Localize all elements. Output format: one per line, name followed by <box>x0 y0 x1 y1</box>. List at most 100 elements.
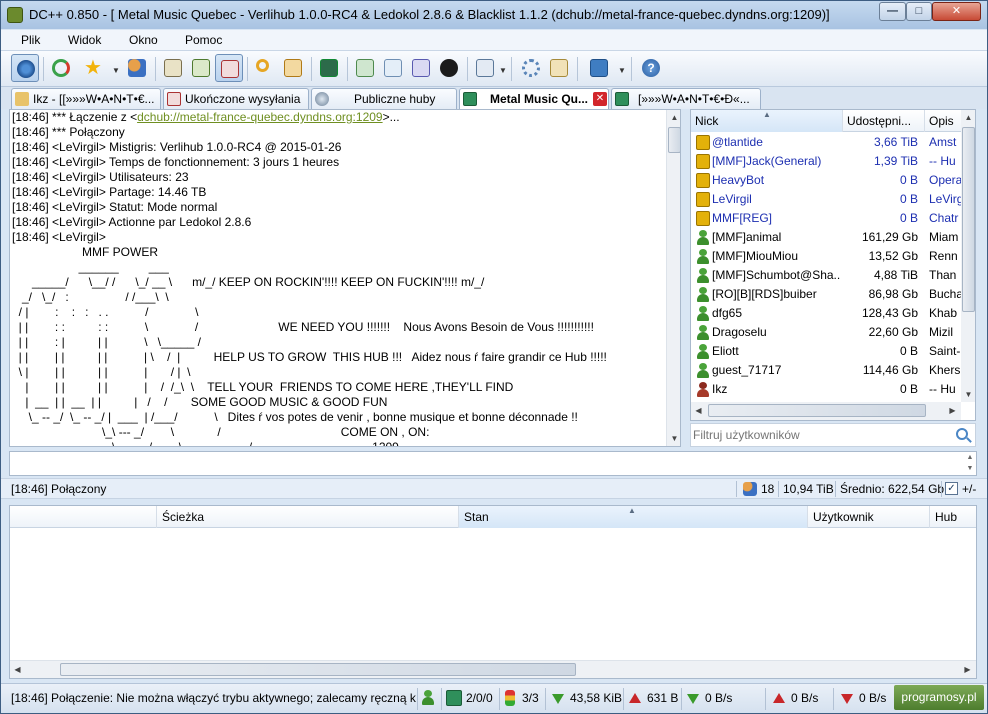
hub-address-link[interactable]: dchub://metal-france-quebec.dyndns.org:1… <box>137 110 383 124</box>
queue-button[interactable] <box>159 54 187 82</box>
user-list-hscrollbar[interactable]: ◀ ▶ <box>691 402 961 420</box>
finished-downloads-button[interactable] <box>187 54 215 82</box>
chat-area[interactable]: [18:46] *** Łączenie z <dchub://metal-fr… <box>9 109 681 447</box>
plugins-button[interactable] <box>585 54 613 82</box>
user-hscroll-thumb[interactable] <box>708 404 926 417</box>
search-icon[interactable] <box>956 428 968 440</box>
uploaded-total: 631 B <box>647 691 679 705</box>
maximize-button[interactable]: □ <box>906 2 932 21</box>
connect-button[interactable] <box>11 54 39 82</box>
user-row[interactable]: HeavyBot 0 B Opera <box>691 171 962 190</box>
menu-widok[interactable]: Widok <box>68 33 101 47</box>
user-scroll-thumb[interactable] <box>962 127 975 312</box>
tab-hub-wanted[interactable]: [»»»W•A•N•T•€•Ð«... <box>611 88 761 109</box>
notepad-button[interactable] <box>471 54 499 82</box>
favorite-users-button[interactable] <box>123 54 151 82</box>
edit-button[interactable] <box>545 54 573 82</box>
user-list-scrollbar[interactable]: ▲ ▼ <box>961 110 975 402</box>
scroll-right-icon[interactable]: ▶ <box>960 662 975 677</box>
transfers-hscrollbar[interactable]: ◀ ▶ <box>10 660 976 678</box>
column-user-icon[interactable] <box>10 506 157 528</box>
chat-scrollbar[interactable]: ▲ ▼ <box>666 110 680 446</box>
plugins-dropdown-icon[interactable]: ▼ <box>618 66 626 75</box>
menu-pomoc[interactable]: Pomoc <box>185 33 222 47</box>
open-file-list-icon <box>412 59 430 77</box>
notepad-dropdown-icon[interactable]: ▼ <box>499 66 507 75</box>
user-row[interactable]: guest_71717 114,46 Gb Khers <box>691 361 961 380</box>
tab-label: [»»»W•A•N•T•€•Ð«... <box>638 92 750 106</box>
scroll-left-icon[interactable]: ◀ <box>691 403 706 418</box>
chat-text: | | : : : : \ / WE NEED YOU !!!!!!! Nous… <box>12 320 594 334</box>
toggle-userlist-checkbox[interactable]: ✓ <box>945 482 958 495</box>
toolbar-separator <box>247 57 248 81</box>
hubs-icon <box>446 690 462 706</box>
hub-status-bar: [18:46] Połączony 18 10,94 TiB Średnio: … <box>1 478 987 499</box>
user-row[interactable]: [MMF]Schumbot@Sha... 4,88 TiB Than <box>691 266 961 285</box>
scroll-left-icon[interactable]: ◀ <box>10 662 25 677</box>
user-row[interactable]: [MMF]MiouMiou 13,52 Gb Renn <box>691 247 961 266</box>
user-row[interactable]: [MMF]animal 161,29 Gb Miam <box>691 228 961 247</box>
help-button[interactable]: ? <box>637 54 665 82</box>
menu-plik[interactable]: Plik <box>21 33 40 47</box>
away-button[interactable] <box>435 54 463 82</box>
column-status[interactable]: Stan ▲ <box>459 506 808 528</box>
scroll-right-icon[interactable]: ▶ <box>945 403 960 418</box>
column-path[interactable]: Ścieżka <box>157 506 459 528</box>
chat-line: [18:46] <LeVirgil> Temps de fonctionneme… <box>12 155 664 170</box>
column-description[interactable]: Opis <box>925 110 965 132</box>
tab-user-ikz[interactable]: Ikz - [[»»»W•A•N•T•€... <box>11 88 161 109</box>
column-hub[interactable]: Hub <box>930 506 976 528</box>
system-log-button[interactable] <box>315 54 343 82</box>
file-list-button[interactable] <box>351 54 379 82</box>
status-message: [18:46] Połączenie: Nie można włączyć tr… <box>11 691 416 705</box>
download-total-icon <box>552 694 564 704</box>
download-limit: 0 B/s <box>859 691 887 705</box>
refresh-share-button[interactable] <box>379 54 407 82</box>
transfers-hscroll-thumb[interactable] <box>60 663 576 676</box>
user-row[interactable]: @tlantide 3,66 TiB Amst <box>691 133 961 152</box>
chat-scroll-thumb[interactable] <box>668 127 680 153</box>
hub-average-share: Średnio: 622,54 Gb <box>840 482 945 496</box>
scroll-up-icon[interactable]: ▲ <box>961 110 975 125</box>
finished-uploads-button[interactable] <box>215 54 243 82</box>
search-button[interactable] <box>251 54 279 82</box>
menu-okno[interactable]: Okno <box>129 33 158 47</box>
user-row[interactable]: [MMF]Jack(General) 1,39 TiB -- Hu <box>691 152 961 171</box>
scroll-down-icon[interactable]: ▼ <box>961 387 975 402</box>
user-description: -- Hu <box>929 154 956 168</box>
message-input[interactable] <box>12 455 952 472</box>
splitter[interactable] <box>683 109 689 447</box>
user-row[interactable]: dfg65 128,43 Gb Khab <box>691 304 961 323</box>
tab-metal-music-quebec[interactable]: Metal Music Qu... ✕ <box>459 88 609 110</box>
user-row[interactable]: LeVirgil 0 B LeVirg <box>691 190 963 209</box>
favorites-icon: ★ <box>84 57 102 79</box>
tab-finished-uploads[interactable]: Ukończone wysyłania <box>163 88 309 109</box>
message-spinner[interactable]: ▲ ▼ <box>963 452 977 475</box>
adl-search-button[interactable] <box>279 54 307 82</box>
user-row[interactable]: MMF[REG] 0 B Chatr <box>691 209 961 228</box>
open-own-list-button[interactable] <box>407 54 435 82</box>
scroll-down-icon[interactable]: ▼ <box>667 431 680 446</box>
user-row[interactable]: Eliott 0 B Saint- <box>691 342 961 361</box>
user-row[interactable]: [RO][B][RDS]buiber 86,98 Gb Bucha <box>691 285 963 304</box>
column-user[interactable]: Użytkownik <box>808 506 930 528</box>
hub-share-total: 10,94 TiB <box>783 482 834 496</box>
column-nick[interactable]: Nick ▲ <box>691 110 843 132</box>
settings-button[interactable] <box>517 54 545 82</box>
user-row[interactable]: Ikz 0 B -- Hu <box>691 380 961 399</box>
user-description: LeVirg <box>929 192 963 206</box>
favorites-button[interactable]: ★ <box>79 54 107 82</box>
favorites-dropdown-icon[interactable]: ▼ <box>112 66 120 75</box>
column-share[interactable]: Udostępni... <box>843 110 925 132</box>
minimize-button[interactable]: — <box>879 2 906 21</box>
user-row[interactable]: Dragoselu 22,60 Gb Mizil <box>691 323 961 342</box>
tab-public-hubs[interactable]: Publiczne huby <box>311 88 457 109</box>
user-nick: [MMF]MiouMiou <box>712 249 799 263</box>
upload-speed: 0 B/s <box>791 691 819 705</box>
reconnect-button[interactable] <box>47 54 75 82</box>
scroll-up-icon[interactable]: ▲ <box>667 110 680 125</box>
close-button[interactable]: ✕ <box>932 2 981 21</box>
tab-close-icon[interactable]: ✕ <box>593 92 607 106</box>
filter-users-input[interactable] <box>693 426 943 444</box>
chat-text: _/ \_/ : / /___\ \ <box>12 290 169 304</box>
